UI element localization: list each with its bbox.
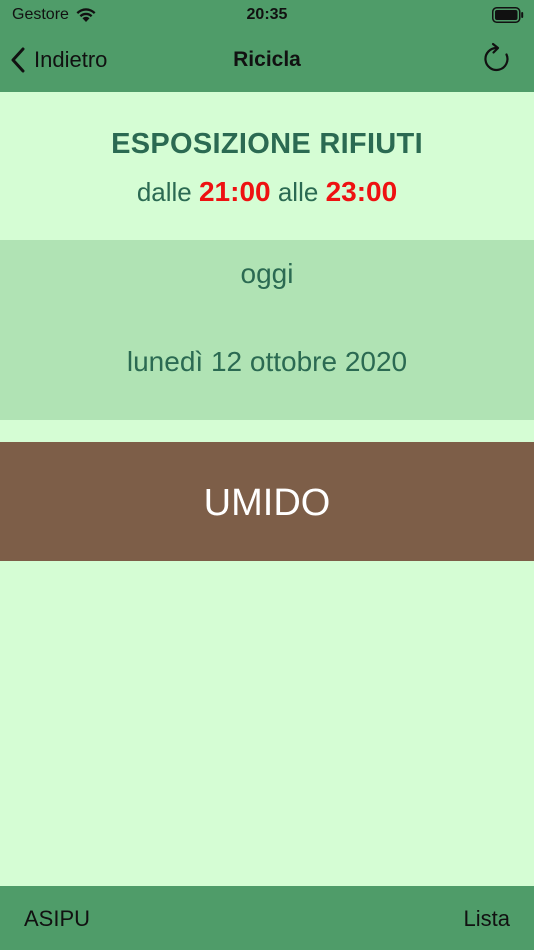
bottom-toolbar: ASIPU Lista — [0, 886, 534, 950]
asipu-button[interactable]: ASIPU — [24, 906, 90, 932]
list-button[interactable]: Lista — [464, 906, 510, 932]
exposure-times: dalle 21:00 alle 23:00 — [0, 176, 534, 208]
exposure-section: ESPOSIZIONE RIFIUTI dalle 21:00 alle 23:… — [0, 92, 534, 240]
to-word: alle — [277, 177, 319, 207]
page-title: Ricicla — [233, 48, 301, 71]
top-bar: Gestore 20:35 Indietro Ricicla — [0, 0, 534, 92]
to-time: 23:00 — [325, 176, 398, 207]
exposure-title: ESPOSIZIONE RIFIUTI — [111, 128, 423, 160]
navigation-bar: Indietro Ricicla — [0, 36, 534, 86]
full-date: lunedì 12 ottobre 2020 — [126, 346, 408, 377]
waste-type-banner: UMIDO — [0, 442, 534, 561]
from-word: dalle — [136, 177, 192, 207]
from-time: 21:00 — [198, 176, 271, 207]
status-time: 20:35 — [246, 6, 288, 23]
refresh-icon[interactable] — [480, 42, 514, 76]
date-section: oggi lunedì 12 ottobre 2020 — [0, 240, 534, 420]
waste-type-label: UMIDO — [203, 482, 331, 524]
status-bar: Gestore 20:35 — [0, 0, 534, 30]
app-screen: Gestore 20:35 Indietro Ricicla ESPOSIZIO… — [0, 0, 534, 950]
battery-icon — [492, 7, 524, 23]
relative-day: oggi — [240, 258, 294, 289]
